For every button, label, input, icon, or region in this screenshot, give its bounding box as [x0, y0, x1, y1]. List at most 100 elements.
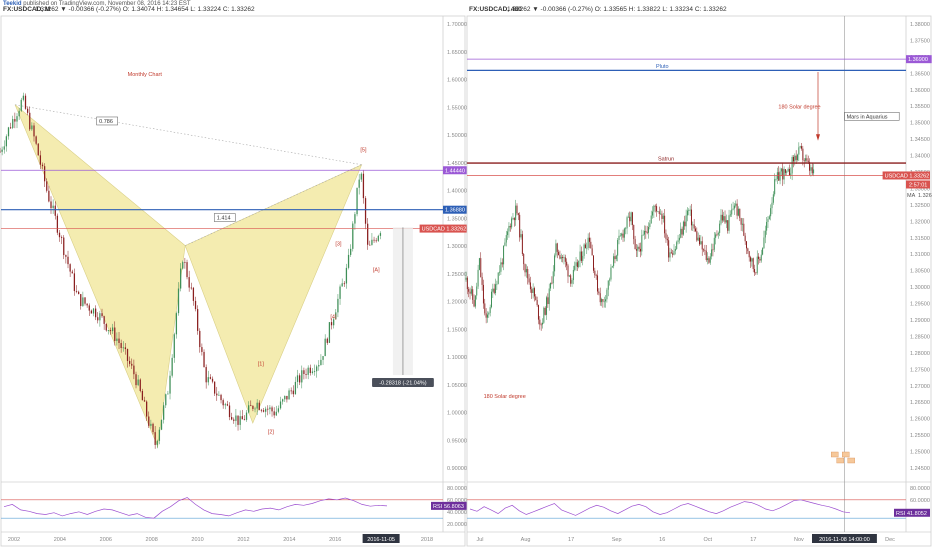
candle	[652, 211, 654, 216]
candle	[536, 299, 538, 306]
candle	[260, 409, 263, 411]
candle	[1, 149, 3, 152]
rsi-tick-label: 60.0000	[910, 498, 930, 504]
candle	[709, 256, 711, 263]
rsi-tick-label: 20.0000	[447, 522, 467, 528]
candle	[476, 286, 478, 296]
candle	[20, 99, 22, 111]
candle	[607, 280, 609, 290]
candle	[190, 287, 192, 289]
candle	[379, 233, 382, 236]
price-level-label: USDCAD 1.33262	[885, 173, 930, 179]
candle	[591, 248, 593, 256]
candle	[296, 375, 299, 382]
candle	[237, 415, 239, 425]
candle	[551, 282, 553, 284]
candle	[813, 169, 815, 174]
candle	[708, 258, 710, 263]
candle	[575, 262, 577, 266]
candle	[669, 252, 671, 258]
candle	[369, 244, 371, 246]
candle	[499, 271, 501, 273]
candle	[688, 210, 690, 211]
candle	[807, 160, 809, 163]
candle	[732, 208, 734, 210]
candle	[31, 125, 33, 130]
candle	[521, 234, 523, 255]
event-marker	[831, 451, 839, 458]
candle	[205, 367, 207, 383]
rsi-tick-label: 40.0000	[447, 510, 467, 516]
y-tick-label: 1.05000	[447, 383, 467, 389]
candle	[699, 237, 701, 245]
candle	[540, 324, 542, 326]
candle	[555, 243, 557, 256]
candle	[546, 297, 548, 315]
candle	[120, 342, 122, 349]
candle	[588, 237, 590, 242]
candle	[637, 246, 639, 251]
candle	[681, 228, 683, 235]
candle	[192, 287, 195, 301]
candle	[642, 234, 644, 236]
candle	[512, 217, 514, 219]
candle	[780, 168, 782, 172]
candle	[347, 254, 350, 268]
candle	[495, 284, 497, 294]
candle	[322, 356, 324, 360]
candle	[758, 256, 760, 259]
candle	[672, 253, 674, 255]
candle	[231, 417, 233, 420]
y-tick-label: 1.28500	[910, 334, 930, 340]
candle	[787, 168, 789, 172]
candle	[124, 347, 127, 350]
candle	[472, 289, 474, 300]
candle	[156, 440, 158, 445]
wave-label: [5]	[360, 148, 367, 154]
x-tick-label: Dec	[885, 537, 895, 543]
rsi-tick-label: 80.0000	[910, 486, 930, 492]
candle	[768, 216, 770, 220]
candle	[377, 235, 379, 241]
candle	[504, 242, 506, 246]
candle	[122, 347, 124, 349]
x-tick-label: 2002	[8, 537, 20, 543]
candle	[207, 377, 209, 383]
candle	[316, 366, 318, 372]
rsi-tick-label: 80.0000	[447, 486, 467, 492]
candle	[548, 288, 550, 305]
candle	[254, 408, 256, 410]
y-tick-label: 1.38000	[910, 22, 930, 28]
candle	[39, 155, 42, 165]
candle	[676, 242, 678, 249]
x-tick-label: Sep	[612, 537, 622, 543]
y-tick-label: 1.35500	[910, 104, 930, 110]
candle	[224, 404, 226, 406]
candle	[354, 214, 356, 224]
rsi-value: 41.8052	[907, 511, 927, 517]
level-name-label: Satrun	[658, 157, 674, 163]
candle	[568, 275, 570, 277]
candle	[171, 357, 173, 376]
y-tick-label: 1.30000	[910, 285, 930, 291]
candle	[286, 395, 288, 400]
chart-canvas[interactable]: FX:USDCAD, M1.33262 ▼ -0.00366 (-0.27%) …	[0, 0, 932, 550]
candle	[146, 401, 148, 417]
y-tick-label: 1.32500	[910, 203, 930, 209]
candle	[252, 405, 254, 409]
candle	[188, 277, 190, 288]
candle	[727, 220, 729, 231]
candle	[41, 164, 44, 167]
rsi-value: 56.8063	[444, 504, 464, 510]
candle	[364, 198, 367, 224]
candle	[703, 249, 705, 251]
candle	[523, 254, 525, 265]
candle	[558, 251, 560, 256]
candle	[169, 375, 171, 394]
candle	[186, 262, 188, 278]
candle	[733, 205, 735, 209]
candle	[511, 218, 513, 228]
candle	[226, 404, 229, 406]
candle	[697, 237, 699, 241]
candle	[716, 234, 718, 236]
